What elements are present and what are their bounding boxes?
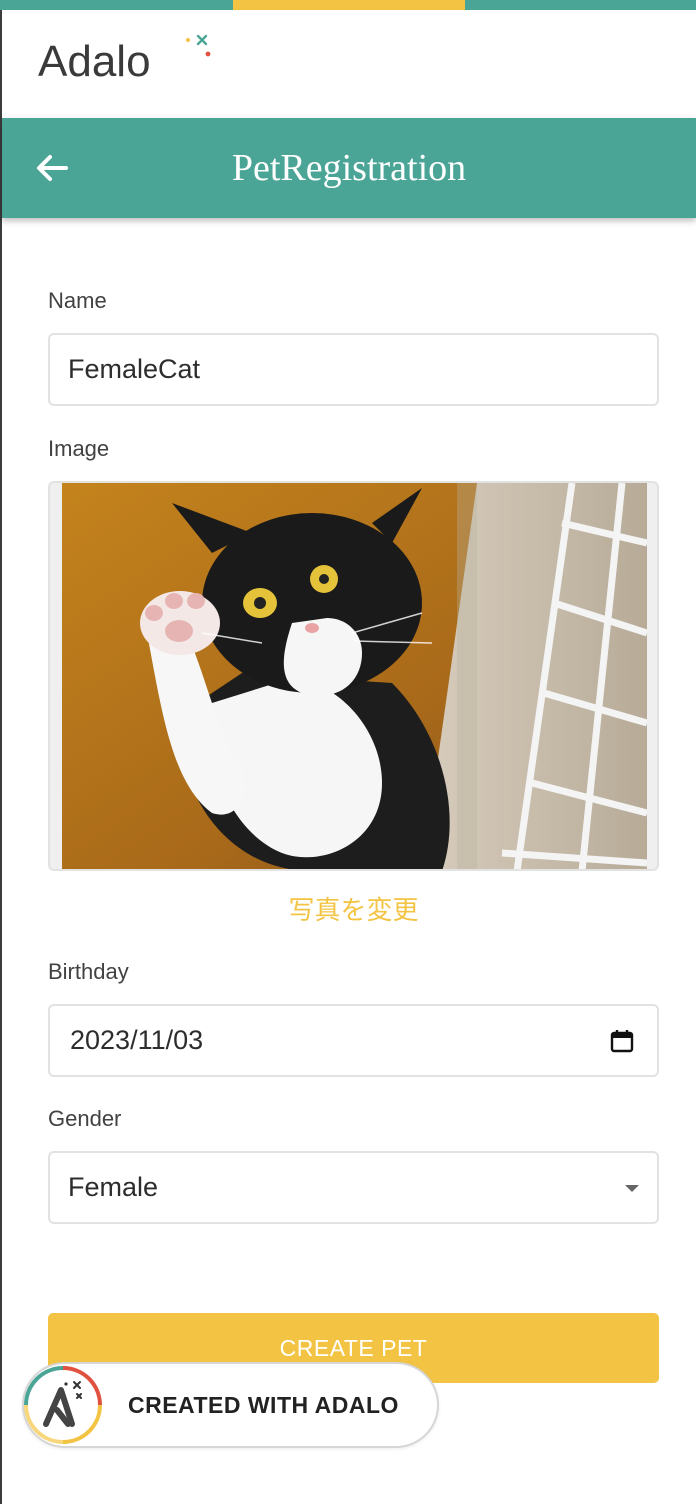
adalo-logo-icon (24, 1366, 102, 1444)
gender-label: Gender (48, 1106, 122, 1131)
change-photo-link[interactable]: 写真を変更 (48, 890, 659, 927)
birthday-value: 2023/11/03 (70, 1025, 204, 1055)
birthday-date-input[interactable]: 2023/11/03 (48, 1004, 659, 1077)
window-left-border (0, 0, 2, 1504)
badge-text: CREATED WITH ADALO (128, 1392, 399, 1418)
image-picker[interactable] (48, 481, 659, 871)
gender-select[interactable]: Female (48, 1151, 659, 1224)
name-label: Name (48, 288, 107, 313)
logo-bar: Adalo (2, 10, 696, 118)
calendar-icon[interactable] (609, 1028, 635, 1054)
name-input-value: FemaleCat (68, 354, 201, 384)
top-progress-strip (0, 0, 696, 10)
name-input[interactable]: FemaleCat (48, 333, 659, 406)
birthday-label: Birthday (48, 959, 129, 984)
image-label: Image (48, 436, 110, 461)
app-header: PetRegistration (2, 118, 696, 218)
page-title: PetRegistration (231, 147, 467, 189)
sparkle-icon (186, 34, 211, 57)
adalo-logo: Adalo (38, 32, 211, 92)
gender-value: Female (68, 1172, 159, 1202)
created-with-adalo-badge[interactable]: CREATED WITH ADALO (22, 1362, 439, 1448)
pet-photo (62, 483, 647, 869)
caret-down-icon (625, 1185, 639, 1192)
logo-text: Adalo (38, 37, 151, 86)
